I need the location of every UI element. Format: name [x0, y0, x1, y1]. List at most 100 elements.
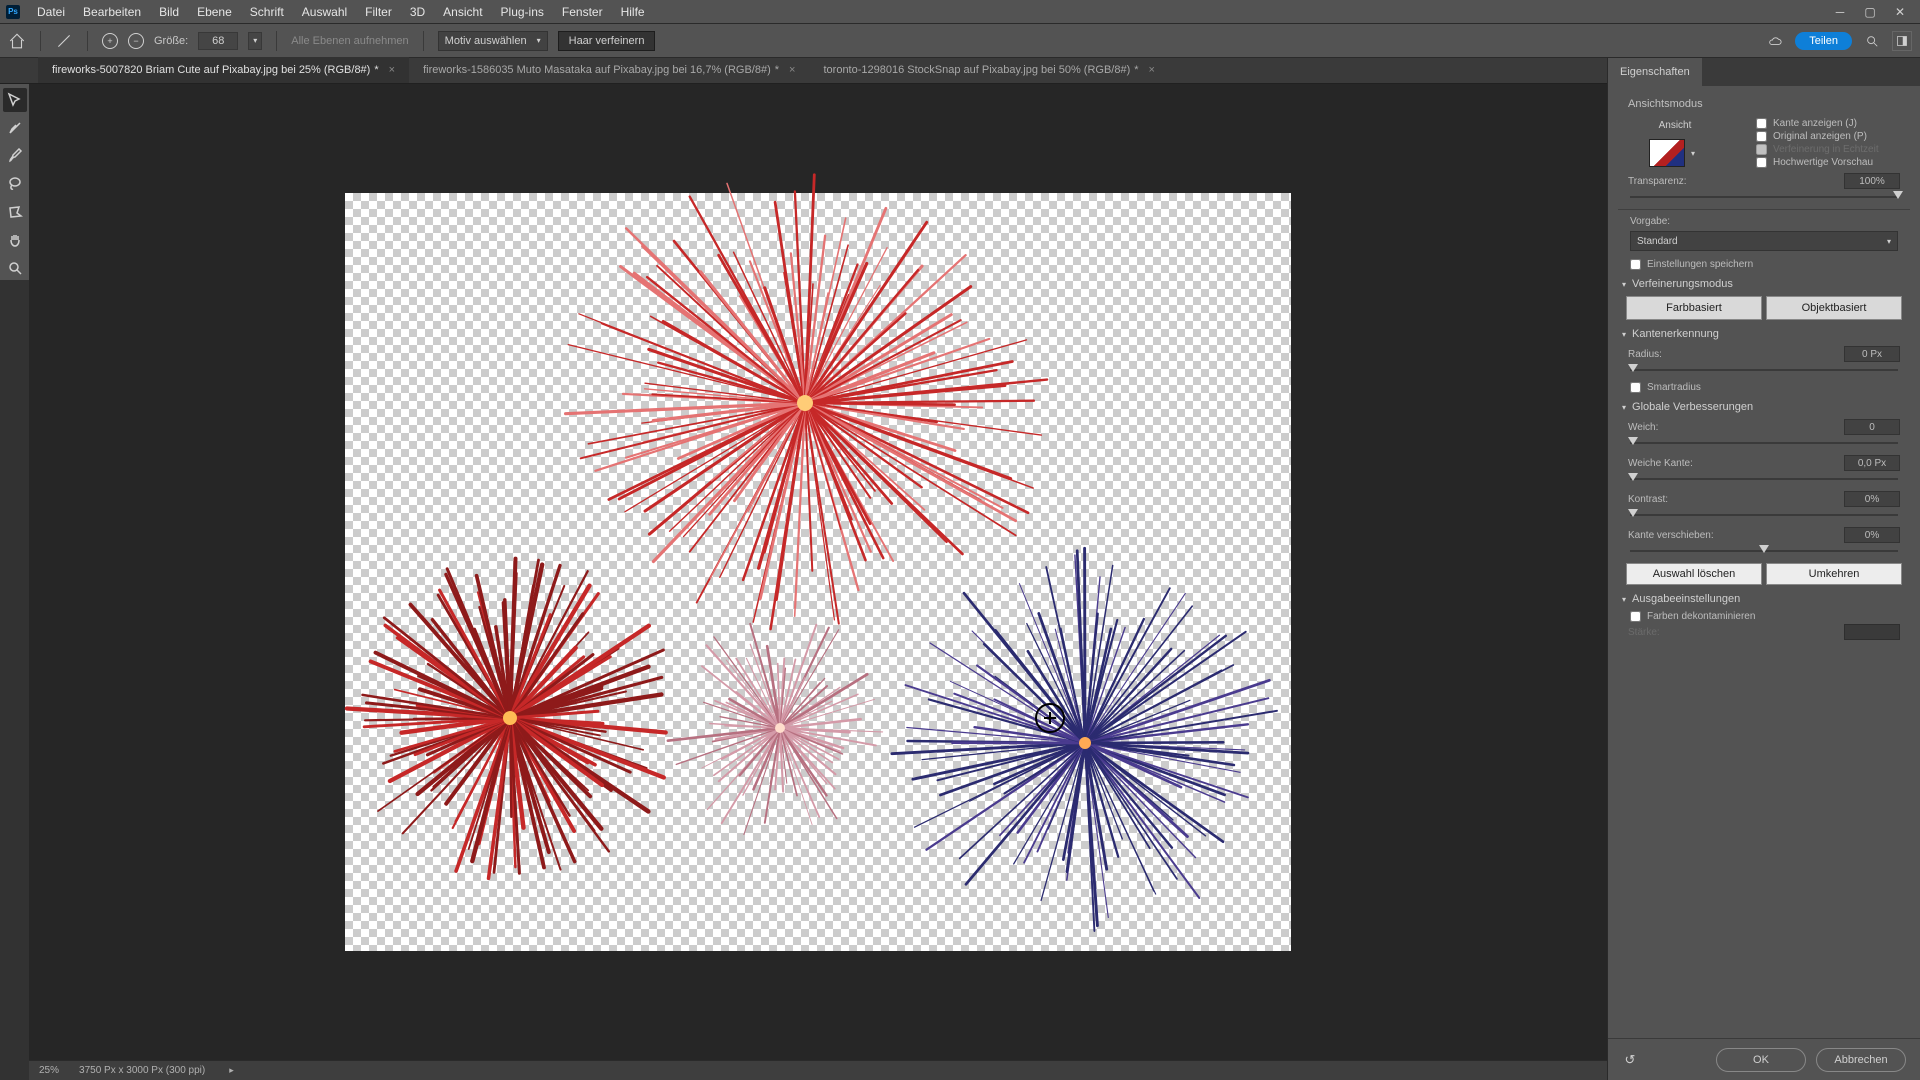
refine-hair-button[interactable]: Haar verfeinern [558, 31, 656, 51]
radius-slider[interactable] [1630, 364, 1898, 376]
brush-size-dropdown-icon[interactable]: ▾ [248, 32, 262, 50]
menu-bearbeiten[interactable]: Bearbeiten [74, 5, 150, 19]
transparency-value[interactable]: 100% [1844, 173, 1900, 189]
brush-tool[interactable] [3, 144, 27, 168]
show-edge-checkbox[interactable]: Kante anzeigen (J) [1756, 118, 1910, 129]
tab-close-icon[interactable]: × [789, 64, 795, 76]
transparency-label: Transparenz: [1628, 176, 1687, 187]
menu-fenster[interactable]: Fenster [553, 5, 612, 19]
tab-close-icon[interactable]: × [389, 64, 395, 76]
zoom-level[interactable]: 25% [39, 1065, 59, 1076]
select-subject-dropdown[interactable]: Motiv auswählen ▾ [438, 31, 548, 51]
tab-dirty-indicator: * [1134, 64, 1138, 76]
smooth-slider[interactable] [1630, 437, 1898, 449]
edge-detection-section[interactable]: ▾Kantenerkennung [1622, 328, 1906, 340]
refine-brush-tool[interactable] [3, 116, 27, 140]
share-button[interactable]: Teilen [1795, 32, 1852, 50]
remember-settings-checkbox[interactable]: Einstellungen speichern [1630, 259, 1910, 270]
add-to-selection-icon[interactable]: + [102, 33, 118, 49]
menu-filter[interactable]: Filter [356, 5, 401, 19]
close-icon[interactable]: ✕ [1892, 5, 1908, 19]
smart-radius-checkbox[interactable]: Smartradius [1630, 382, 1910, 393]
menu-plugins[interactable]: Plug-ins [492, 5, 553, 19]
ok-button[interactable]: OK [1716, 1048, 1806, 1072]
view-mode-thumbnail[interactable] [1649, 139, 1685, 167]
preset-value: Standard [1637, 236, 1678, 247]
main-menu-bar: Ps Datei Bearbeiten Bild Ebene Schrift A… [0, 0, 1920, 24]
output-section[interactable]: ▾Ausgabeeinstellungen [1622, 593, 1906, 605]
document-tab-label: toronto-1298016 StockSnap auf Pixabay.jp… [823, 64, 1130, 76]
object-based-button[interactable]: Objektbasiert [1766, 296, 1902, 320]
home-icon[interactable] [8, 32, 26, 50]
brush-tool-icon[interactable] [55, 32, 73, 50]
view-label: Ansicht [1659, 120, 1692, 131]
radius-value[interactable]: 0 Px [1844, 346, 1900, 362]
show-original-checkbox[interactable]: Original anzeigen (P) [1756, 131, 1910, 142]
properties-panel: Eigenschaften Ansichtsmodus Ansicht ▾ Ka… [1607, 58, 1920, 1080]
canvas[interactable] [345, 193, 1291, 951]
transparency-slider[interactable] [1630, 191, 1898, 203]
view-mode-heading: Ansichtsmodus [1628, 98, 1910, 110]
properties-tab-bar: Eigenschaften [1608, 58, 1920, 86]
view-mode-dropdown-icon[interactable]: ▾ [1685, 139, 1701, 167]
sample-all-layers-label: Alle Ebenen aufnehmen [291, 35, 408, 47]
menu-bild[interactable]: Bild [150, 5, 188, 19]
contrast-value[interactable]: 0% [1844, 491, 1900, 507]
properties-tab[interactable]: Eigenschaften [1608, 58, 1702, 86]
shift-edge-label: Kante verschieben: [1628, 530, 1714, 541]
realtime-refine-checkbox: Verfeinerung in Echtzeit [1756, 144, 1910, 155]
brush-size-input[interactable] [198, 32, 238, 50]
canvas-workspace[interactable] [29, 84, 1607, 1060]
options-bar: + − Größe: ▾ Alle Ebenen aufnehmen Motiv… [0, 24, 1920, 58]
workspace-switcher-icon[interactable] [1892, 31, 1912, 51]
hand-tool[interactable] [3, 228, 27, 252]
polygonal-lasso-tool[interactable] [3, 200, 27, 224]
app-logo: Ps [6, 5, 20, 19]
menu-auswahl[interactable]: Auswahl [293, 5, 356, 19]
window-controls: ─ ▢ ✕ [1824, 0, 1916, 24]
feather-slider[interactable] [1630, 473, 1898, 485]
menu-hilfe[interactable]: Hilfe [612, 5, 654, 19]
search-icon[interactable] [1862, 31, 1882, 51]
contrast-label: Kontrast: [1628, 494, 1668, 505]
invert-button[interactable]: Umkehren [1766, 563, 1902, 585]
tab-close-icon[interactable]: × [1149, 64, 1155, 76]
color-based-button[interactable]: Farbbasiert [1626, 296, 1762, 320]
cloud-doc-icon[interactable] [1765, 31, 1785, 51]
document-tab[interactable]: toronto-1298016 StockSnap auf Pixabay.jp… [809, 57, 1168, 83]
maximize-icon[interactable]: ▢ [1862, 5, 1878, 19]
decontaminate-checkbox[interactable]: Farben dekontaminieren [1630, 611, 1910, 622]
reset-icon[interactable]: ↺ [1622, 1052, 1638, 1068]
menu-ansicht[interactable]: Ansicht [434, 5, 491, 19]
refine-mode-section[interactable]: ▾Verfeinerungsmodus [1622, 278, 1906, 290]
preset-dropdown[interactable]: Standard ▾ [1630, 231, 1898, 251]
hq-preview-checkbox[interactable]: Hochwertige Vorschau [1756, 157, 1910, 168]
tab-dirty-indicator: * [775, 64, 779, 76]
menu-datei[interactable]: Datei [28, 5, 74, 19]
lasso-tool[interactable] [3, 172, 27, 196]
menu-ebene[interactable]: Ebene [188, 5, 241, 19]
properties-footer: ↺ OK Abbrechen [1608, 1038, 1920, 1080]
document-tab[interactable]: fireworks-5007820 Briam Cute auf Pixabay… [38, 57, 409, 83]
subtract-from-selection-icon[interactable]: − [128, 33, 144, 49]
tool-strip [0, 84, 29, 280]
menu-schrift[interactable]: Schrift [241, 5, 293, 19]
quick-select-tool[interactable] [3, 88, 27, 112]
status-flyout-icon[interactable]: ▸ [229, 1065, 234, 1076]
feather-value[interactable]: 0,0 Px [1844, 455, 1900, 471]
tab-dirty-indicator: * [374, 64, 378, 76]
shift-edge-value[interactable]: 0% [1844, 527, 1900, 543]
document-tab[interactable]: fireworks-1586035 Muto Masataka auf Pixa… [409, 57, 809, 83]
document-tab-label: fireworks-5007820 Briam Cute auf Pixabay… [52, 64, 370, 76]
menu-3d[interactable]: 3D [401, 5, 434, 19]
smooth-label: Weich: [1628, 422, 1658, 433]
shift-edge-slider[interactable] [1630, 545, 1898, 557]
contrast-slider[interactable] [1630, 509, 1898, 521]
cancel-button[interactable]: Abbrechen [1816, 1048, 1906, 1072]
chevron-down-icon: ▾ [537, 36, 541, 45]
minimize-icon[interactable]: ─ [1832, 5, 1848, 19]
zoom-tool[interactable] [3, 256, 27, 280]
smooth-value[interactable]: 0 [1844, 419, 1900, 435]
global-refinements-section[interactable]: ▾Globale Verbesserungen [1622, 401, 1906, 413]
clear-selection-button[interactable]: Auswahl löschen [1626, 563, 1762, 585]
